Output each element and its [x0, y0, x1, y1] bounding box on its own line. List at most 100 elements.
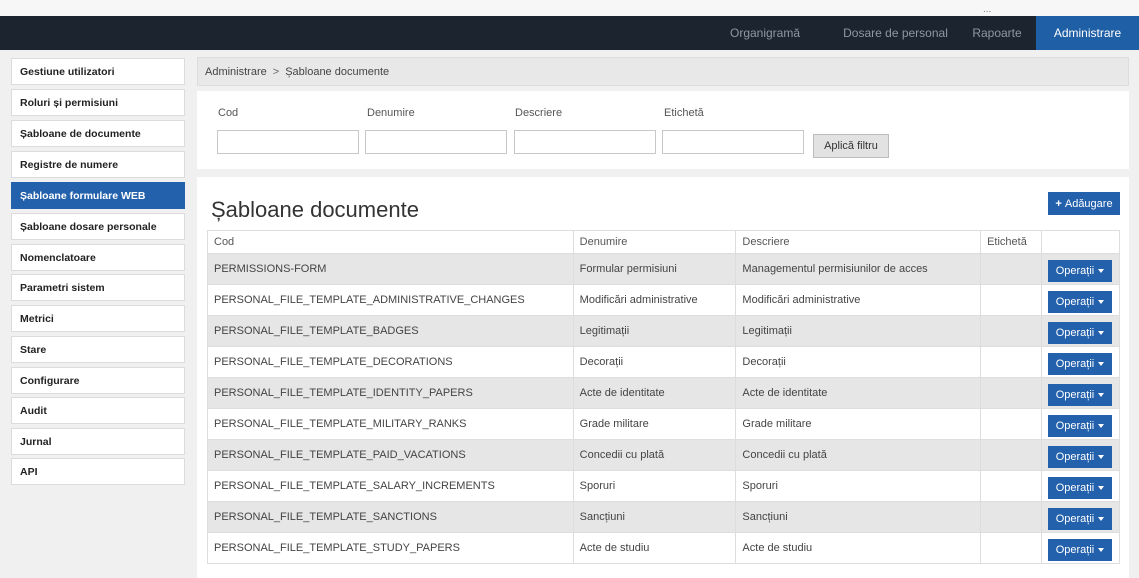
caret-down-icon: [1098, 268, 1105, 273]
sidebar-item-stare[interactable]: Stare: [11, 336, 185, 363]
cell-descriere: Sporuri: [735, 470, 982, 502]
cell-descriere: Sancțiuni: [735, 501, 982, 533]
cell-cod: PERSONAL_FILE_TEMPLATE_BADGES: [207, 315, 574, 347]
operations-dropdown-button[interactable]: Operații: [1047, 290, 1112, 313]
sidebar-item-nomenclatoare[interactable]: Nomenclatoare: [11, 244, 185, 271]
nav-organigrama[interactable]: Organigramă: [709, 16, 821, 50]
cell-denumire: Acte de studiu: [572, 532, 737, 564]
cell-actions: Operații: [1040, 532, 1121, 564]
filter-label-cod: Cod: [218, 107, 239, 119]
table-row[interactable]: PERSONAL_FILE_TEMPLATE_STUDY_PAPERS Acte …: [207, 532, 1121, 564]
cell-cod: PERSONAL_FILE_TEMPLATE_SANCTIONS: [207, 501, 574, 533]
cell-eticheta: [980, 439, 1042, 471]
operations-label: Operații: [1055, 326, 1095, 339]
operations-label: Operații: [1055, 264, 1095, 277]
operations-dropdown-button[interactable]: Operații: [1047, 507, 1112, 530]
cell-eticheta: [980, 284, 1042, 316]
sidebar-item-sabloane-dosare-personale[interactable]: Șabloane dosare personale: [11, 213, 185, 240]
cell-descriere: Decorații: [735, 346, 982, 378]
sidebar-item-gestiune-utilizatori[interactable]: Gestiune utilizatori: [11, 58, 185, 85]
cell-eticheta: [980, 408, 1042, 440]
filter-denumire-input[interactable]: [365, 130, 507, 154]
sidebar-item-parametri-sistem[interactable]: Parametri sistem: [11, 274, 185, 301]
cell-actions: Operații: [1040, 377, 1121, 409]
table-row[interactable]: PERSONAL_FILE_TEMPLATE_PAID_VACATIONS Con…: [207, 439, 1121, 471]
table-row[interactable]: PERSONAL_FILE_TEMPLATE_ADMINISTRATIVE_CH…: [207, 284, 1121, 316]
nav-administrare[interactable]: Administrare: [1036, 16, 1139, 50]
cell-cod: PERSONAL_FILE_TEMPLATE_DECORATIONS: [207, 346, 574, 378]
cell-descriere: Managementul permisiunilor de acces: [735, 253, 982, 285]
column-header-actions: [1040, 230, 1121, 254]
operations-label: Operații: [1055, 419, 1095, 432]
cell-cod: PERSONAL_FILE_TEMPLATE_SALARY_INCREMENTS: [207, 470, 574, 502]
cell-actions: Operații: [1040, 439, 1121, 471]
operations-dropdown-button[interactable]: Operații: [1047, 352, 1112, 375]
table-row[interactable]: PERSONAL_FILE_TEMPLATE_BADGES Legitimații…: [207, 315, 1121, 347]
cell-cod: PERSONAL_FILE_TEMPLATE_PAID_VACATIONS: [207, 439, 574, 471]
sidebar-item-sabloane-formulare-web[interactable]: Șabloane formulare WEB: [11, 182, 185, 209]
operations-label: Operații: [1055, 388, 1095, 401]
filter-eticheta-input[interactable]: [662, 130, 804, 154]
add-button[interactable]: + Adăugare: [1048, 192, 1120, 215]
operations-dropdown-button[interactable]: Operații: [1047, 259, 1112, 282]
operations-label: Operații: [1055, 357, 1095, 370]
sidebar-item-registre-numere[interactable]: Registre de numere: [11, 151, 185, 178]
apply-filter-button[interactable]: Aplică filtru: [813, 134, 889, 158]
cell-eticheta: [980, 501, 1042, 533]
user-name[interactable]: ...: [983, 4, 991, 15]
top-navbar: Organigramă Dosare de personal Rapoarte …: [0, 16, 1139, 50]
cell-descriere: Acte de identitate: [735, 377, 982, 409]
filter-descriere-input[interactable]: [514, 130, 656, 154]
cell-actions: Operații: [1040, 501, 1121, 533]
caret-down-icon: [1098, 299, 1105, 304]
operations-dropdown-button[interactable]: Operații: [1047, 383, 1112, 406]
caret-down-icon: [1098, 485, 1105, 490]
cell-denumire: Concedii cu plată: [572, 439, 737, 471]
table-row[interactable]: PERSONAL_FILE_TEMPLATE_DECORATIONS Decora…: [207, 346, 1121, 378]
sidebar-item-api[interactable]: API: [11, 458, 185, 485]
caret-down-icon: [1098, 330, 1105, 335]
nav-rapoarte[interactable]: Rapoarte: [961, 16, 1033, 50]
cell-eticheta: [980, 253, 1042, 285]
filter-cod-input[interactable]: [217, 130, 359, 154]
cell-denumire: Grade militare: [572, 408, 737, 440]
sidebar-item-audit[interactable]: Audit: [11, 397, 185, 424]
table-row[interactable]: PERSONAL_FILE_TEMPLATE_IDENTITY_PAPERS Ac…: [207, 377, 1121, 409]
operations-dropdown-button[interactable]: Operații: [1047, 445, 1112, 468]
cell-cod: PERSONAL_FILE_TEMPLATE_IDENTITY_PAPERS: [207, 377, 574, 409]
sidebar-item-roluri-permisiuni[interactable]: Roluri și permisiuni: [11, 89, 185, 116]
cell-cod: PERMISSIONS-FORM: [207, 253, 574, 285]
cell-eticheta: [980, 315, 1042, 347]
breadcrumb: Administrare > Șabloane documente: [197, 57, 1129, 86]
cell-cod: PERSONAL_FILE_TEMPLATE_STUDY_PAPERS: [207, 532, 574, 564]
operations-dropdown-button[interactable]: Operații: [1047, 538, 1112, 561]
operations-label: Operații: [1055, 450, 1095, 463]
operations-dropdown-button[interactable]: Operații: [1047, 476, 1112, 499]
caret-down-icon: [1098, 454, 1105, 459]
table-row[interactable]: PERMISSIONS-FORM Formular permisiuni Manag…: [207, 253, 1121, 285]
table-row[interactable]: PERSONAL_FILE_TEMPLATE_SANCTIONS Sancțiun…: [207, 501, 1121, 533]
page-title: Șabloane documente: [211, 197, 419, 222]
plus-icon: +: [1055, 197, 1062, 210]
breadcrumb-root[interactable]: Administrare: [205, 66, 267, 78]
table-row[interactable]: PERSONAL_FILE_TEMPLATE_SALARY_INCREMENTS…: [207, 470, 1121, 502]
operations-dropdown-button[interactable]: Operații: [1047, 321, 1112, 344]
table-row[interactable]: PERSONAL_FILE_TEMPLATE_MILITARY_RANKS Gra…: [207, 408, 1121, 440]
cell-actions: Operații: [1040, 284, 1121, 316]
operations-label: Operații: [1055, 295, 1095, 308]
operations-dropdown-button[interactable]: Operații: [1047, 414, 1112, 437]
operations-label: Operații: [1055, 481, 1095, 494]
cell-cod: PERSONAL_FILE_TEMPLATE_ADMINISTRATIVE_CH…: [207, 284, 574, 316]
filter-label-descriere: Descriere: [515, 107, 563, 119]
sidebar-item-configurare[interactable]: Configurare: [11, 367, 185, 394]
cell-denumire: Decorații: [572, 346, 737, 378]
caret-down-icon: [1098, 547, 1105, 552]
cell-eticheta: [980, 532, 1042, 564]
breadcrumb-separator: >: [272, 66, 280, 78]
cell-eticheta: [980, 346, 1042, 378]
cell-descriere: Concedii cu plată: [735, 439, 982, 471]
nav-dosare-de-personal[interactable]: Dosare de personal: [833, 16, 958, 50]
sidebar-item-jurnal[interactable]: Jurnal: [11, 428, 185, 455]
sidebar-item-sabloane-documente[interactable]: Șabloane de documente: [11, 120, 185, 147]
sidebar-item-metrici[interactable]: Metrici: [11, 305, 185, 332]
